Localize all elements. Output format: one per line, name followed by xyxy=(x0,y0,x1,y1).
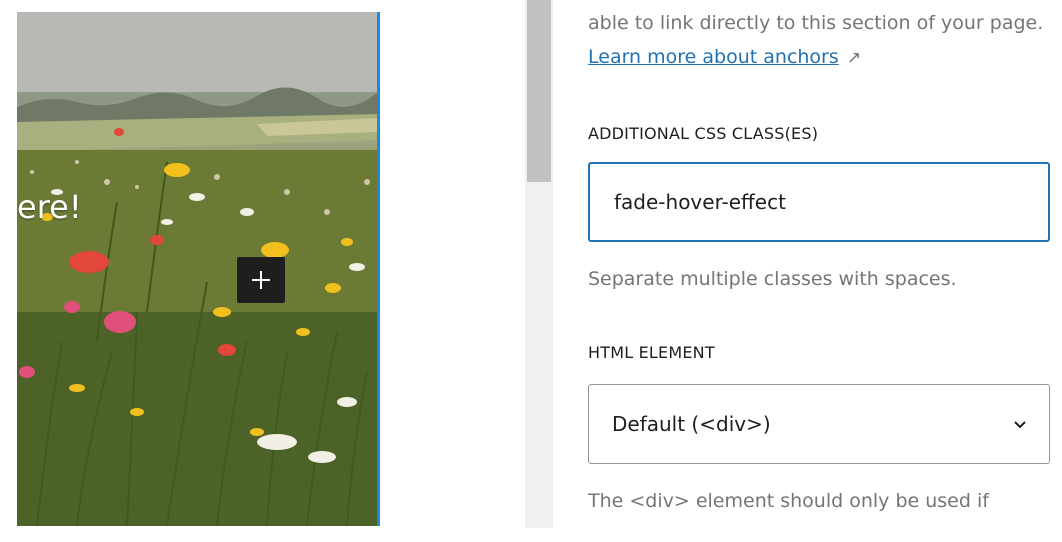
external-link-icon: ↗ xyxy=(846,48,862,68)
chevron-down-icon xyxy=(1014,421,1026,429)
plus-icon xyxy=(252,271,270,289)
css-class-help-text: Separate multiple classes with spaces. xyxy=(588,268,957,290)
anchor-help-description: able to link directly to this section of… xyxy=(588,12,1044,34)
sidebar-scrollbar-thumb[interactable] xyxy=(527,0,551,182)
wildflower-field-image xyxy=(17,12,378,526)
cover-block-image[interactable] xyxy=(17,12,378,526)
css-class-label: ADDITIONAL CSS CLASS(ES) xyxy=(588,124,819,143)
anchor-help-text: able to link directly to this section of… xyxy=(588,6,1048,75)
block-inserter-button[interactable] xyxy=(237,257,285,303)
editor-canvas: ere! xyxy=(0,0,390,542)
html-element-label: HTML ELEMENT xyxy=(588,343,715,362)
learn-more-anchors-link[interactable]: Learn more about anchors xyxy=(588,46,839,68)
html-element-selected-value: Default (<div>) xyxy=(612,412,771,436)
cover-heading-text[interactable]: ere! xyxy=(17,188,82,226)
css-class-input[interactable] xyxy=(588,162,1050,242)
html-element-help-text: The <div> element should only be used if xyxy=(588,490,989,512)
html-element-select[interactable]: Default (<div>) xyxy=(588,384,1050,464)
block-selection-outline xyxy=(377,12,380,526)
